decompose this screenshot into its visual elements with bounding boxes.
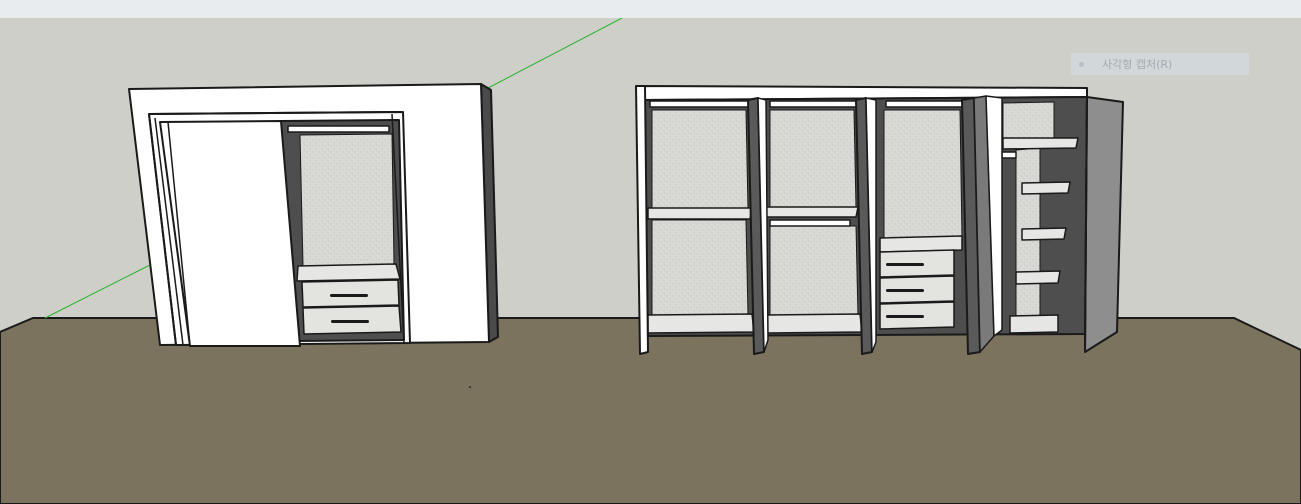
capture-tooltip: 사각형 캡처(R): [1071, 53, 1249, 75]
3d-viewport[interactable]: [0, 18, 1301, 504]
drawer: [301, 279, 400, 308]
tooltip-label: 사각형 캡처(R): [1102, 58, 1173, 71]
sliding-wardrobe[interactable]: [128, 83, 499, 347]
drawer-handle: [886, 289, 924, 292]
drawer-handle: [331, 320, 369, 323]
open-door: [1084, 96, 1124, 353]
drawer-handle: [886, 315, 924, 318]
top-toolbar-strip: [0, 0, 1301, 18]
drawer-handle: [886, 263, 924, 266]
drawer-handle: [330, 294, 368, 297]
rectangle-capture-icon: [1079, 61, 1084, 67]
hinged-wardrobe[interactable]: [635, 85, 1124, 355]
